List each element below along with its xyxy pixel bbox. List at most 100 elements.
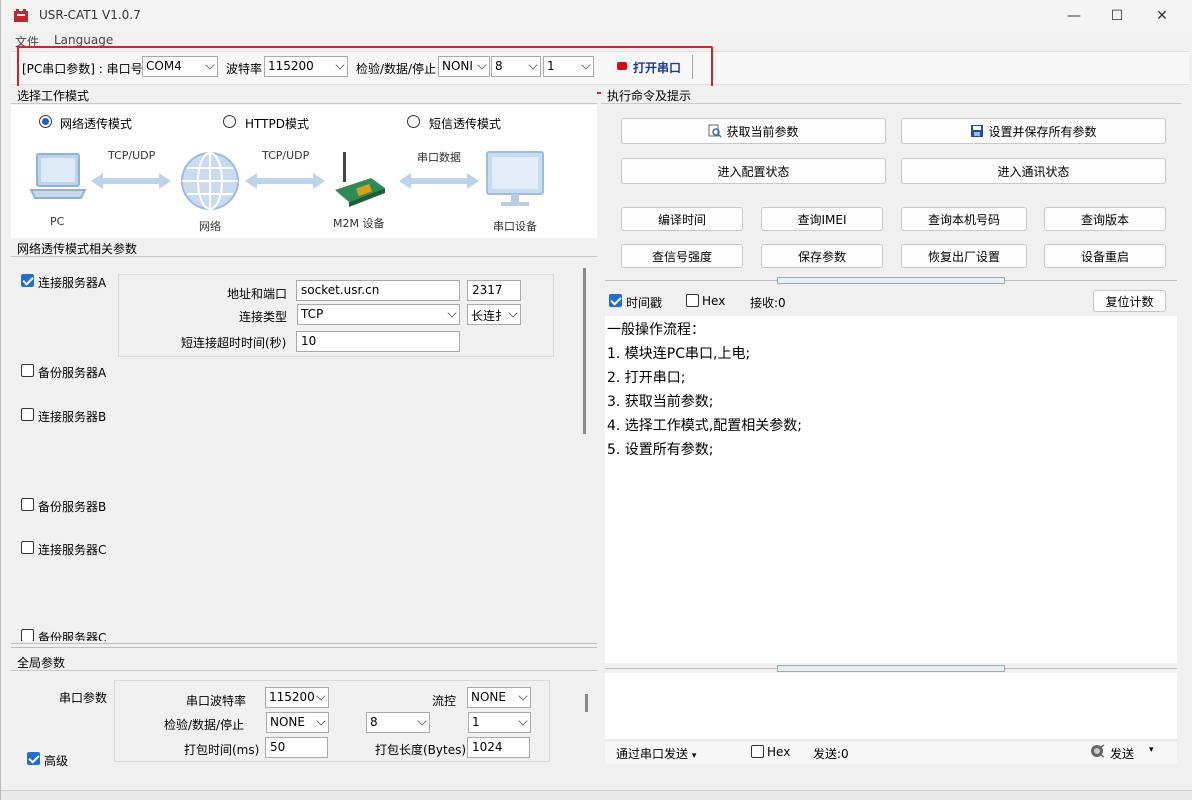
diagram-network-label: 网络 <box>199 220 221 233</box>
send-speaker-icon <box>1089 743 1105 759</box>
diagram-m2m-label: M2M 设备 <box>333 217 385 230</box>
save-all-label: 设置并保存所有参数 <box>988 124 1097 139</box>
flow-control-select[interactable]: NONE <box>467 687 531 708</box>
enter-comm-button[interactable]: 进入通讯状态 <box>901 158 1166 184</box>
timestamp-label: 时间戳 <box>626 296 663 310</box>
diagram-link2-label: TCP/UDP <box>262 149 310 162</box>
menu-language[interactable]: Language <box>54 33 113 47</box>
floppy-save-icon <box>970 124 984 138</box>
minimize-button[interactable]: — <box>1051 0 1097 32</box>
double-arrow-icon <box>91 171 171 191</box>
pack-time-input[interactable]: 50 <box>265 737 328 758</box>
double-arrow-icon <box>245 171 325 191</box>
scrollbar-thumb[interactable] <box>583 268 586 434</box>
send-options-arrow[interactable]: ▾ <box>1149 745 1154 755</box>
factory-reset-button[interactable]: 恢复出厂设置 <box>901 244 1027 268</box>
backup-server-b-label: 备份服务器B <box>38 500 107 514</box>
double-arrow-icon <box>399 171 479 191</box>
reset-count-button[interactable]: 复位计数 <box>1093 290 1166 312</box>
advanced-checkbox[interactable] <box>27 752 40 765</box>
receive-log-area[interactable] <box>605 316 1177 663</box>
app-window: USR-CAT1 V1.0.7 — ☐ ✕ 文件 Language [PC串口参… <box>0 0 1192 800</box>
send-via-dropdown[interactable]: 通过串口发送 ▾ <box>616 745 696 762</box>
left-splitter[interactable] <box>11 643 597 648</box>
global-params-header: 全局参数 <box>11 653 597 671</box>
server-c-checkbox[interactable] <box>21 541 34 554</box>
server-address-input[interactable]: socket.usr.cn <box>296 280 460 301</box>
pack-time-label: 打包时间(ms) <box>184 743 260 757</box>
query-version-button[interactable]: 查询版本 <box>1044 207 1166 231</box>
send-hex-checkbox[interactable] <box>751 745 764 758</box>
mode-radio-httpd[interactable] <box>223 115 236 128</box>
global-parity-label: 检验/数据/停止 <box>164 718 245 732</box>
work-mode-header: 选择工作模式 <box>11 86 597 104</box>
server-port-input[interactable]: 2317 <box>467 280 521 301</box>
global-baud-select[interactable]: 115200 <box>265 687 329 708</box>
close-button[interactable]: ✕ <box>1139 0 1185 32</box>
send-label: 发送 <box>1110 747 1135 761</box>
backup-server-b-checkbox[interactable] <box>21 498 34 511</box>
get-params-button[interactable]: 获取当前参数 <box>621 118 886 144</box>
backup-server-c-checkbox[interactable] <box>21 629 34 641</box>
query-number-button[interactable]: 查询本机号码 <box>901 207 1027 231</box>
sent-count: 发送:0 <box>813 747 849 761</box>
search-doc-icon <box>708 124 723 138</box>
get-params-label: 获取当前参数 <box>726 124 799 139</box>
m2m-device-icon <box>331 150 389 212</box>
backup-server-c-label: 备份服务器C <box>38 631 107 641</box>
timestamp-checkbox[interactable] <box>609 294 622 307</box>
signal-strength-button[interactable]: 查信号强度 <box>621 244 743 268</box>
mode-radio-network[interactable] <box>39 115 52 128</box>
diagram-pc-label: PC <box>50 215 65 228</box>
server-c-label: 连接服务器C <box>38 543 107 557</box>
scrollbar-thumb[interactable] <box>585 694 588 712</box>
compile-time-button[interactable]: 编译时间 <box>621 207 743 231</box>
save-all-params-button[interactable]: 设置并保存所有参数 <box>901 118 1166 144</box>
send-input-area[interactable] <box>605 673 1177 739</box>
network-globe-icon <box>179 150 241 212</box>
send-button[interactable]: 发送 ▾ <box>1089 742 1159 762</box>
send-hex-label: Hex <box>767 745 791 759</box>
conn-type-label: 连接类型 <box>239 310 288 324</box>
diagram-link3-label: 串口数据 <box>417 151 461 164</box>
pack-length-label: 打包长度(Bytes) <box>375 743 467 757</box>
backup-server-c-row: 备份服务器C <box>11 628 589 641</box>
advanced-label: 高级 <box>44 754 69 768</box>
backup-server-a-checkbox[interactable] <box>21 364 34 377</box>
serial-params-label: 串口参数 <box>59 691 108 705</box>
serial-device-monitor-icon <box>483 150 547 212</box>
global-databits-select[interactable]: 8 <box>366 712 430 733</box>
right-splitter-handle[interactable] <box>777 277 1005 284</box>
mode-radio-sms[interactable] <box>407 115 420 128</box>
commands-header: 执行命令及提示 <box>601 86 1181 104</box>
window-title: USR-CAT1 V1.0.7 <box>39 8 141 22</box>
server-b-checkbox[interactable] <box>21 408 34 421</box>
log-line: 5. 设置所有参数; <box>607 442 714 458</box>
server-a-label: 连接服务器A <box>38 276 107 290</box>
timeout-label: 短连接超时时间(秒) <box>181 336 287 350</box>
enter-config-button[interactable]: 进入配置状态 <box>621 158 886 184</box>
flow-control-label: 流控 <box>432 694 457 708</box>
server-a-checkbox[interactable] <box>21 274 34 287</box>
reboot-button[interactable]: 设备重启 <box>1044 244 1166 268</box>
recv-hex-checkbox[interactable] <box>686 294 699 307</box>
save-params-button[interactable]: 保存参数 <box>761 244 883 268</box>
global-stopbits-select[interactable]: 1 <box>468 712 531 733</box>
right-splitter-handle[interactable] <box>777 665 1005 672</box>
log-line: 2. 打开串口; <box>607 370 686 386</box>
title-bar[interactable]: USR-CAT1 V1.0.7 — ☐ ✕ <box>1 0 1192 32</box>
log-line: 1. 模块连PC串口,上电; <box>607 346 751 362</box>
app-logo-icon <box>13 8 29 24</box>
timeout-input[interactable]: 10 <box>296 331 460 352</box>
global-parity-select[interactable]: NONE <box>266 712 329 733</box>
log-line: 3. 获取当前参数; <box>607 394 714 410</box>
global-baud-label: 串口波特率 <box>186 694 247 708</box>
conn-type-select[interactable]: TCP <box>297 304 460 325</box>
recv-count: 接收:0 <box>750 296 786 310</box>
conn-mode-select[interactable]: 长连扌 <box>467 304 521 325</box>
pack-length-input[interactable]: 1024 <box>467 737 530 758</box>
maximize-button[interactable]: ☐ <box>1094 0 1140 32</box>
query-imei-button[interactable]: 查询IMEI <box>761 207 883 231</box>
log-line: 一般操作流程： <box>607 322 705 338</box>
mode-label-sms: 短信透传模式 <box>429 117 502 131</box>
